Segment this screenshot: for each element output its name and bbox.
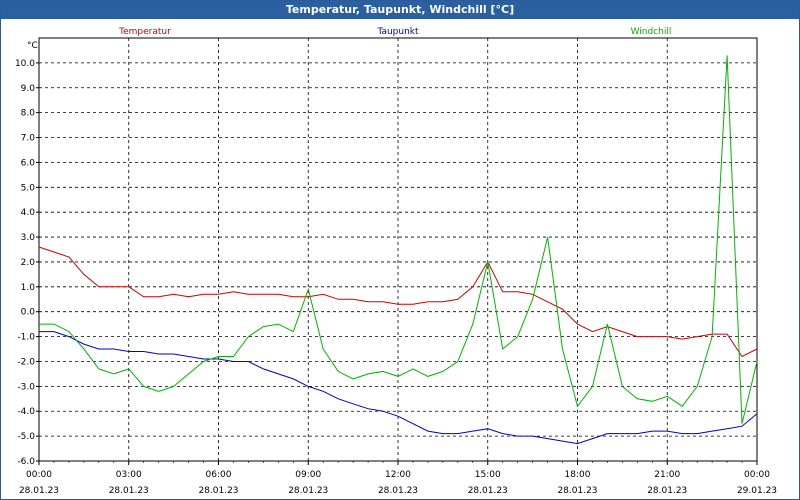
y-tick-label: 5.0 <box>21 183 36 193</box>
x-tick-time: 00:00 <box>744 470 770 480</box>
x-tick-time: 18:00 <box>565 470 591 480</box>
y-tick-label: -1.0 <box>17 333 35 343</box>
legend: Temperatur Taupunkt Windchill <box>118 27 671 37</box>
x-tick-date: 28.01.23 <box>109 486 149 496</box>
x-tick-date: 29.01.23 <box>737 486 777 496</box>
x-tick-date: 28.01.23 <box>557 486 597 496</box>
y-tick-label: 6.0 <box>21 158 36 168</box>
y-tick-label: 0.0 <box>21 308 36 318</box>
y-axis-label: °C <box>27 41 38 51</box>
x-tick-time: 03:00 <box>116 470 142 480</box>
y-tick-label: 8.0 <box>21 109 36 119</box>
y-tick-label: 9.0 <box>21 84 36 94</box>
x-tick-date: 28.01.23 <box>19 486 59 496</box>
x-tick-time: 12:00 <box>385 470 411 480</box>
y-tick-label: 2.0 <box>21 258 36 268</box>
x-axis-ticks: 00:00 28.01.23 03:00 28.01.23 06:00 28.01.23 0… <box>19 461 777 496</box>
y-axis-ticks: 10.0 9.0 8.0 7.0 6.0 5.0 4.0 3.0 2.0 1.0 0.0 -1.0 -2… <box>15 59 39 467</box>
y-tick-label: 1.0 <box>21 283 36 293</box>
x-tick-date: 28.01.23 <box>647 486 687 496</box>
y-tick-label: -2.0 <box>17 357 35 367</box>
line-chart: 10.0 9.0 8.0 7.0 6.0 5.0 4.0 3.0 2.0 1.0 0.0 -1.0 -2… <box>15 27 777 496</box>
y-tick-label: 3.0 <box>21 233 36 243</box>
x-tick-time: 21:00 <box>654 470 680 480</box>
y-tick-label: -4.0 <box>17 407 35 417</box>
y-tick-label: -6.0 <box>17 457 35 467</box>
chart-window: Temperatur, Taupunkt, Windchill [°C] 10.… <box>0 0 800 500</box>
y-tick-label: 10.0 <box>15 59 35 69</box>
x-tick-date: 28.01.23 <box>378 486 418 496</box>
x-tick-time: 00:00 <box>26 470 52 480</box>
grid-lines <box>38 37 758 462</box>
x-tick-date: 28.01.23 <box>468 486 508 496</box>
x-tick-time: 09:00 <box>295 470 321 480</box>
y-tick-label: 7.0 <box>21 134 36 144</box>
legend-taupunkt: Taupunkt <box>376 27 419 37</box>
y-tick-label: 4.0 <box>21 208 36 218</box>
y-tick-label: -5.0 <box>17 432 35 442</box>
x-tick-time: 15:00 <box>475 470 501 480</box>
x-tick-date: 28.01.23 <box>198 486 238 496</box>
legend-windchill: Windchill <box>631 27 672 37</box>
x-tick-time: 06:00 <box>206 470 232 480</box>
x-tick-date: 28.01.23 <box>288 486 328 496</box>
legend-temperatur: Temperatur <box>118 27 171 37</box>
y-tick-label: -3.0 <box>17 382 35 392</box>
